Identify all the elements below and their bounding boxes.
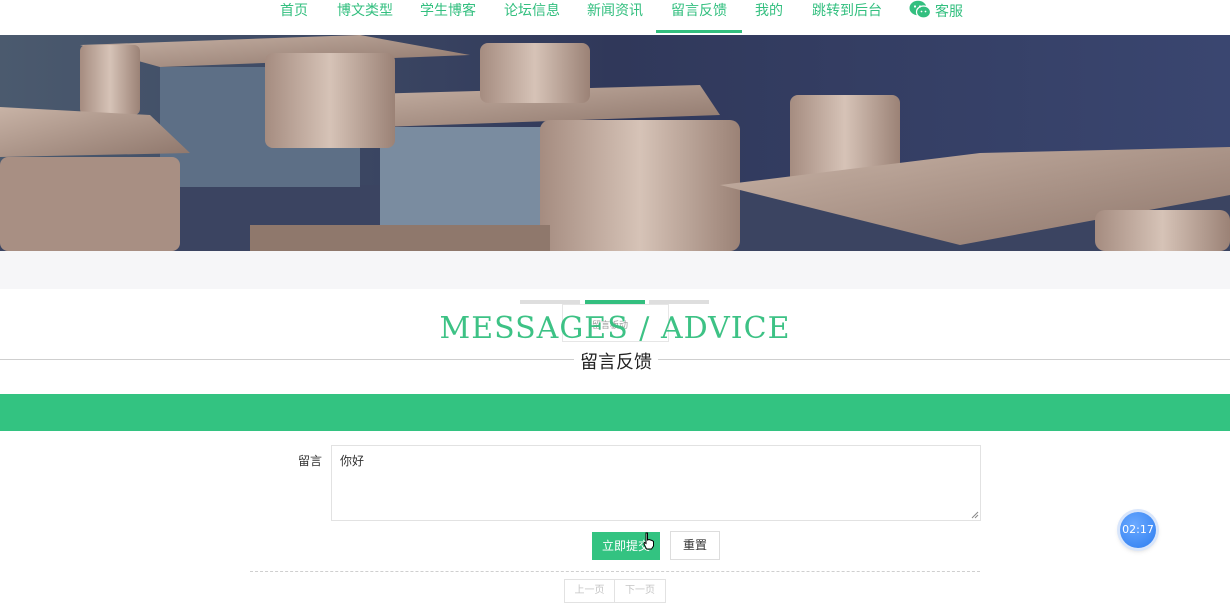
resize-handle-icon[interactable] [971,511,979,519]
section-title-en: MESSAGES / ADVICE [439,311,791,346]
message-textarea-value[interactable]: 你好 [340,452,364,469]
form-dashed-divider [250,571,980,572]
section-green-bar [0,394,1230,431]
top-nav: 首页 博文类型 学生博客 论坛信息 新闻资讯 留言反馈 我的 跳转到后台 客服 [0,0,1230,35]
nav-item-home[interactable]: 首页 [280,0,308,35]
hero-bottom-band [0,251,1230,289]
timer-badge[interactable]: 02:17 [1120,512,1156,548]
message-label: 留言 [298,454,323,468]
next-page-button[interactable]: 下一页 [614,579,666,603]
reset-button[interactable]: 重置 [670,531,720,560]
nav-item-blog-types[interactable]: 博文类型 [337,0,393,35]
hero-banner [0,35,1230,251]
nav-item-admin[interactable]: 跳转到后台 [812,0,882,35]
classroom-illustration [0,35,1230,251]
nav-item-student-blogs[interactable]: 学生博客 [420,0,476,35]
section-title-cn: 留言反馈 [574,348,658,374]
hand-cursor-icon [643,532,654,550]
nav-item-news[interactable]: 新闻资讯 [587,0,643,35]
wechat-icon[interactable] [909,0,931,19]
nav-item-feedback[interactable]: 留言反馈 [656,0,742,35]
nav-item-forum[interactable]: 论坛信息 [504,0,560,35]
nav-item-mine[interactable]: 我的 [755,0,783,35]
message-textarea[interactable]: 你好 [331,445,981,521]
prev-page-button[interactable]: 上一页 [564,579,615,603]
service-link[interactable]: 客服 [935,0,963,25]
